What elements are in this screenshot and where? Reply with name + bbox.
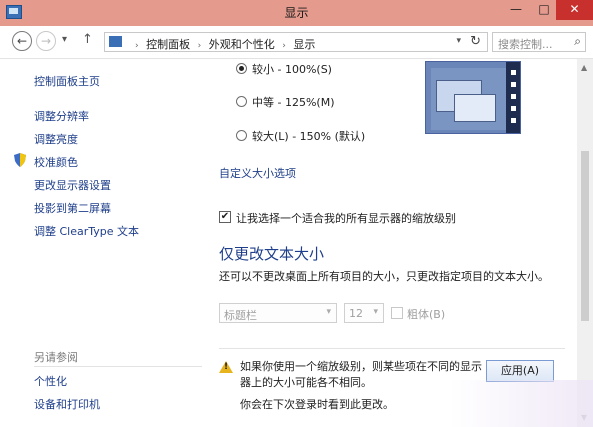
sidebar-item-brightness[interactable]: 调整亮度 [34,131,78,147]
title-bar: 显示 — □ ✕ [0,0,593,26]
sidebar-item-cleartype[interactable]: 调整 ClearType 文本 [34,223,139,239]
item-select[interactable]: 标题栏 ▾ [219,303,337,323]
address-field[interactable]: › 控制面板 › 外观和个性化 › 显示 ▾ ↻ [104,32,488,52]
search-icon[interactable]: ⌕ [574,34,581,49]
sidebar-item-home[interactable]: 控制面板主页 [34,73,100,89]
bold-label[interactable]: 粗体(B) [407,306,445,322]
relogin-notice: 你会在下次登录时看到此更改。 [240,398,394,411]
item-select-value: 标题栏 [224,309,257,322]
navigation-bar: ← → ▾ ↑ › 控制面板 › 外观和个性化 › 显示 ▾ ↻ 搜索控制...… [0,26,593,59]
scaling-checkbox[interactable]: ✔ [219,211,231,223]
display-preview-image [425,61,521,134]
control-panel-location-icon [109,36,122,47]
warning-icon-mark: ! [224,362,229,372]
font-size-select[interactable]: 12 ▾ [344,303,384,323]
close-button[interactable]: ✕ [556,0,593,20]
apply-button[interactable]: 应用(A) [486,360,554,382]
text-size-description: 还可以不更改桌面上所有项目的大小，只更改指定项目的文本大小。 [219,270,549,283]
back-button[interactable]: ← [12,31,32,51]
breadcrumb-separator-icon: › [135,41,139,51]
sidebar-item-resolution[interactable]: 调整分辨率 [34,108,89,124]
forward-button[interactable]: → [36,31,56,51]
sidebar-item-calibrate-color[interactable]: 校准颜色 [34,154,78,170]
see-also-devices-printers[interactable]: 设备和打印机 [34,396,100,412]
breadcrumb-control-panel[interactable]: 控制面板 [146,38,190,51]
corner-overlay [450,380,593,427]
size-smaller-label[interactable]: 较小 - 100%(S) [252,61,332,77]
size-smaller-radio[interactable] [236,63,247,74]
sidebar-item-project-second-screen[interactable]: 投影到第二屏幕 [34,200,111,216]
size-larger-label[interactable]: 较大(L) - 150% (默认) [252,128,365,144]
divider [34,366,202,367]
maximize-button[interactable]: □ [530,0,558,20]
search-input[interactable]: 搜索控制... ⌕ [492,32,586,52]
scroll-up-icon[interactable]: ▲ [581,63,587,72]
scaling-checkbox-label[interactable]: 让我选择一个适合我的所有显示器的缩放级别 [236,210,456,226]
uac-shield-icon [14,153,26,167]
breadcrumb-separator-icon: › [282,41,286,51]
text-size-heading: 仅更改文本大小 [219,245,325,263]
minimize-button[interactable]: — [502,0,530,20]
sidebar-item-display-settings[interactable]: 更改显示器设置 [34,177,111,193]
see-also-heading: 另请参阅 [34,351,78,364]
size-medium-label[interactable]: 中等 - 125%(M) [252,94,334,110]
custom-sizing-link[interactable]: 自定义大小选项 [219,165,296,181]
search-placeholder: 搜索控制... [498,38,553,51]
warning-text: 如果你使用一个缩放级别，则某些项在不同的显示器上的大小可能各不相同。 [240,360,482,389]
see-also-personalization[interactable]: 个性化 [34,373,67,389]
breadcrumb-separator-icon: › [197,41,202,51]
sidebar: 控制面板主页 调整分辨率 调整亮度 校准颜色 更改显示器设置 投影到第二屏幕 调… [0,59,205,427]
breadcrumb: › 控制面板 › 外观和个性化 › 显示 [131,36,315,52]
size-larger-radio[interactable] [236,130,247,141]
divider [219,348,565,349]
chevron-down-icon: ▾ [373,307,378,317]
up-arrow-icon[interactable]: ↑ [82,32,93,47]
breadcrumb-appearance[interactable]: 外观和个性化 [209,38,275,51]
breadcrumb-display[interactable]: 显示 [293,38,315,51]
vertical-scrollbar[interactable]: ▲ ▼ [577,59,593,427]
chevron-down-icon: ▾ [326,307,331,317]
bold-checkbox[interactable] [391,307,403,319]
chevron-down-icon[interactable]: ▾ [456,36,461,46]
scrollbar-thumb[interactable] [581,151,589,321]
refresh-icon[interactable]: ↻ [470,34,481,49]
size-medium-radio[interactable] [236,96,247,107]
font-size-value: 12 [349,307,363,320]
recent-locations-icon[interactable]: ▾ [62,34,67,45]
